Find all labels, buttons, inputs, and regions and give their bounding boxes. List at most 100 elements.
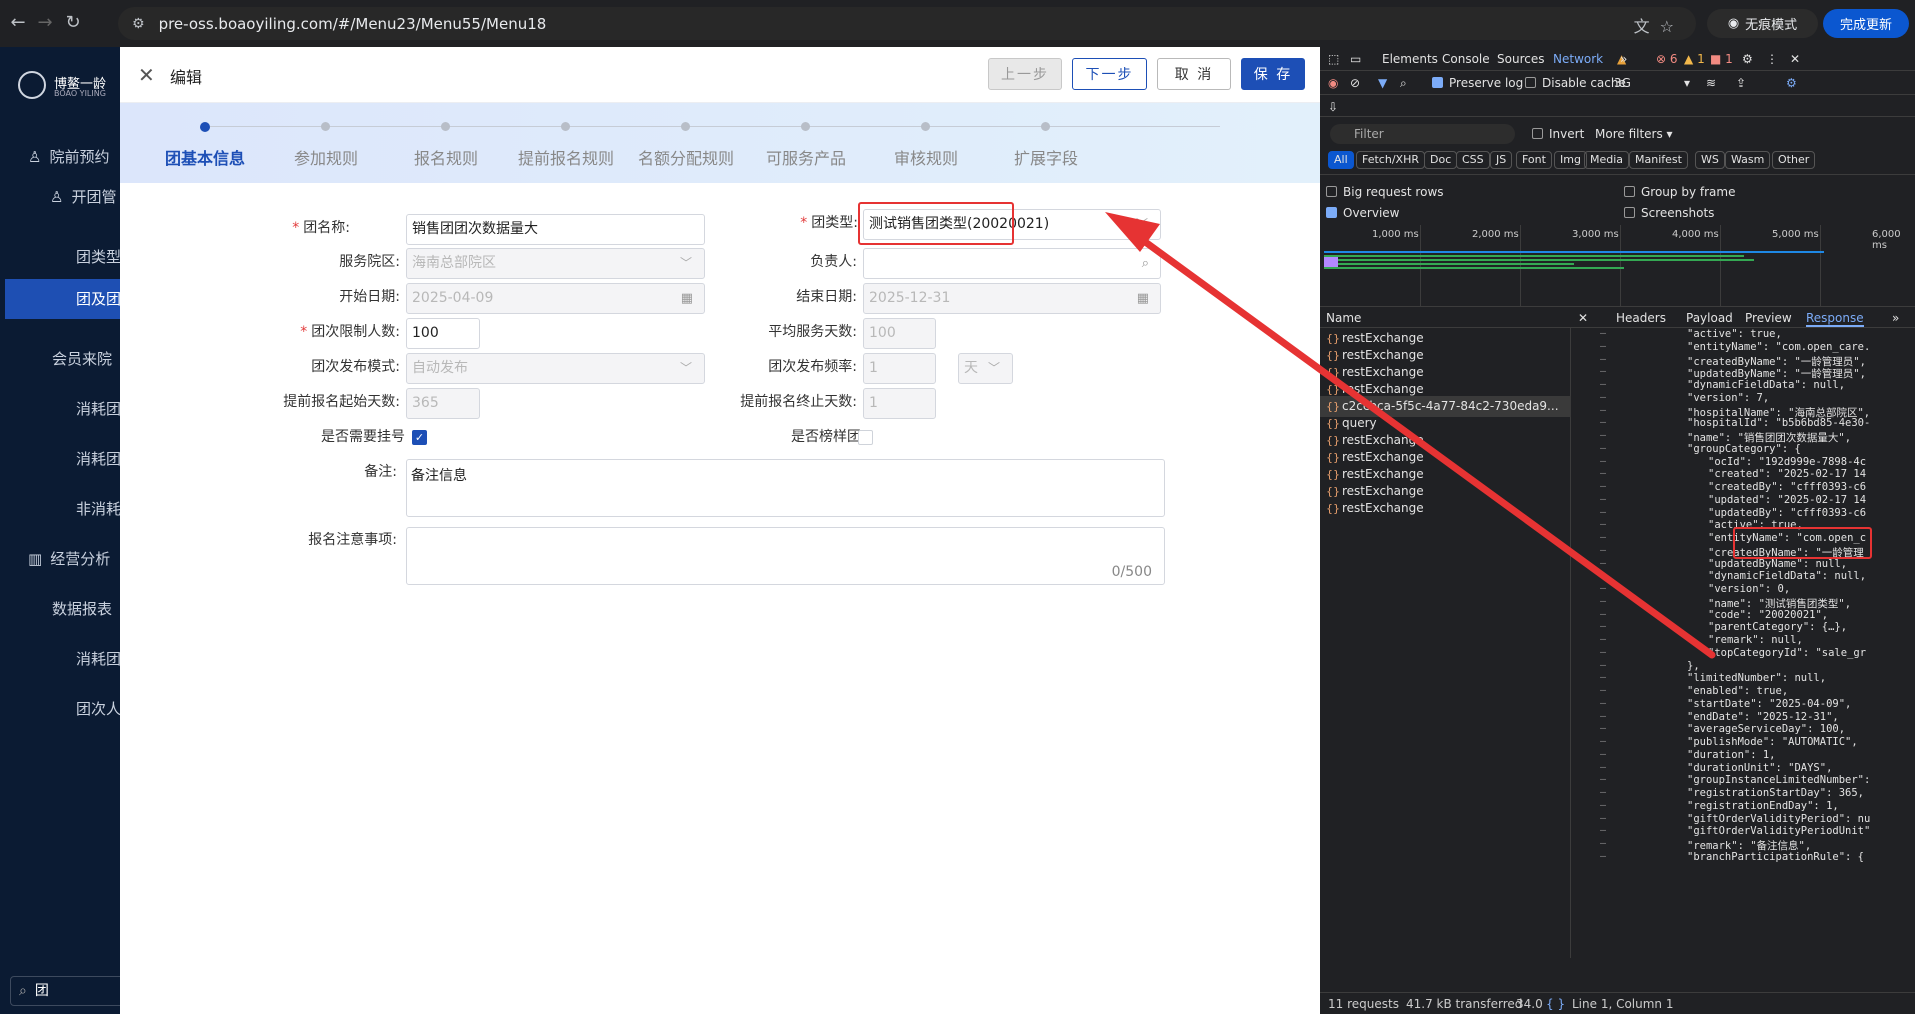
upload-icon[interactable]: ⇪ [1736, 76, 1746, 90]
overview-checkbox[interactable]: Overview [1326, 206, 1400, 220]
sidebar-item-group-mgmt[interactable]: ♙ 开团管 [50, 177, 116, 217]
screenshots-checkbox[interactable]: Screenshots [1624, 206, 1714, 220]
tab-more-details[interactable]: » [1892, 311, 1899, 325]
download-icon[interactable]: ⇩ [1328, 100, 1338, 114]
device-toggle-icon[interactable]: ▭ [1350, 52, 1361, 66]
sidebar-item-session-people[interactable]: 团次人 [76, 689, 120, 729]
sidebar-item-non-consume[interactable]: 非消耗 [76, 489, 120, 529]
wifi-icon[interactable]: ≋ [1706, 76, 1716, 90]
more-filters-dropdown[interactable]: More filters ▾ [1595, 127, 1673, 141]
filter-input[interactable]: Filter [1330, 124, 1515, 144]
response-body[interactable]: – "active": true, – "entityName": "com.open… [1572, 328, 1915, 958]
next-step-button[interactable]: 下一步 [1072, 58, 1147, 90]
back-icon[interactable]: ← [3, 12, 33, 33]
search-icon[interactable]: ⌕ [1400, 76, 1407, 91]
sidebar-item-reports[interactable]: 数据报表 [52, 589, 112, 629]
chip-font[interactable]: Font [1516, 151, 1552, 169]
owner-search-input[interactable]: ⌕ [863, 248, 1161, 279]
cancel-button[interactable]: 取 消 [1157, 58, 1231, 90]
sidebar-item-consume-1[interactable]: 消耗团 [76, 389, 120, 429]
avg-days-input[interactable]: 100 [863, 318, 936, 349]
tab-elements[interactable]: Elements [1382, 52, 1438, 66]
remark-textarea[interactable]: 备注信息 [406, 459, 1165, 517]
sidebar-item-analytics[interactable]: ▥ 经营分析 [28, 539, 110, 579]
name-column-header[interactable]: Name [1326, 311, 1361, 325]
tab-response[interactable]: Response [1806, 311, 1864, 327]
issue-count[interactable]: ■ 1 [1710, 52, 1733, 66]
error-count[interactable]: ⊗ 6 [1656, 52, 1678, 66]
chip-other[interactable]: Other [1772, 151, 1816, 169]
sidebar-search-input[interactable]: ⌕ 团 [10, 976, 120, 1006]
close-icon[interactable]: ✕ [138, 63, 155, 87]
tab-payload[interactable]: Payload [1686, 311, 1733, 325]
chip-css[interactable]: CSS [1456, 151, 1490, 169]
sidebar-item-group-type[interactable]: 团类型 [76, 237, 120, 277]
tab-headers[interactable]: Headers [1616, 311, 1666, 325]
adv-start-input[interactable]: 365 [406, 388, 480, 419]
site-settings-icon[interactable]: ⚙ [132, 16, 145, 32]
forward-icon[interactable]: → [30, 12, 60, 33]
inspect-icon[interactable]: ⬚ [1328, 52, 1339, 66]
chip-doc[interactable]: Doc [1424, 151, 1458, 169]
request-row[interactable]: {} restExchange [1320, 498, 1571, 519]
group-by-frame-checkbox[interactable]: Group by frame [1624, 185, 1735, 199]
adv-end-input[interactable]: 1 [863, 388, 936, 419]
update-button[interactable]: 完成更新 [1823, 9, 1909, 38]
chip-all[interactable]: All [1328, 151, 1354, 169]
step-quota-rules[interactable]: 名额分配规则 [616, 103, 756, 183]
address-bar[interactable]: ⚙ pre-oss.boaoyiling.com/#/Menu23/Menu55… [118, 7, 1696, 40]
incognito-badge[interactable]: ◉ 无痕模式 [1707, 9, 1818, 38]
step-join-rules[interactable]: 参加规则 [256, 103, 396, 183]
notes-textarea[interactable]: 0/500 [406, 527, 1165, 585]
step-basic-info[interactable]: 团基本信息 [135, 103, 275, 183]
sidebar-item-pre-appointment[interactable]: ♙ 院前预约 [28, 137, 109, 177]
close-devtools-icon[interactable]: ✕ [1790, 52, 1800, 66]
close-detail-icon[interactable]: ✕ [1578, 311, 1588, 325]
chip-fetch[interactable]: Fetch/XHR [1356, 151, 1425, 169]
chip-media[interactable]: Media [1584, 151, 1630, 169]
record-icon[interactable]: ◉ [1328, 76, 1338, 90]
publish-freq-input[interactable]: 1 [863, 353, 936, 384]
preserve-log-checkbox[interactable]: Preserve log [1432, 76, 1523, 90]
big-rows-checkbox[interactable]: Big request rows [1326, 185, 1444, 199]
sidebar-item-consume-2[interactable]: 消耗团 [76, 439, 120, 479]
chip-img[interactable]: Img [1554, 151, 1587, 169]
end-date-picker[interactable]: 2025-12-31 ▦ [863, 283, 1161, 314]
sidebar-item-group-and-session[interactable]: 团及团 [5, 279, 120, 319]
warning-count[interactable]: ▲ 1 [1684, 52, 1705, 66]
throttle-select[interactable]: 3G [1614, 76, 1631, 90]
tab-sources[interactable]: Sources [1497, 52, 1544, 66]
save-button[interactable]: 保 存 [1241, 58, 1305, 90]
search-icon[interactable]: ⌕ [1142, 249, 1149, 278]
tab-preview[interactable]: Preview [1745, 311, 1792, 325]
tab-more[interactable]: » [1620, 52, 1627, 66]
step-early-signup-rules[interactable]: 提前报名规则 [496, 103, 636, 183]
invert-checkbox[interactable]: Invert [1532, 127, 1584, 141]
clear-icon[interactable]: ⊘ [1350, 76, 1360, 90]
step-signup-rules[interactable]: 报名规则 [376, 103, 516, 183]
chip-manifest[interactable]: Manifest [1629, 151, 1688, 169]
step-ext-fields[interactable]: 扩展字段 [976, 103, 1116, 183]
pretty-print-icon[interactable]: { } [1546, 997, 1565, 1011]
limit-input[interactable]: 100 [406, 318, 480, 349]
need-register-checkbox[interactable]: ✓ [412, 430, 427, 445]
sidebar-item-consume-3[interactable]: 消耗团 [76, 639, 120, 679]
filter-icon[interactable]: ▼ [1378, 76, 1387, 90]
step-review-rules[interactable]: 审核规则 [856, 103, 996, 183]
chip-js[interactable]: JS [1490, 151, 1513, 169]
tab-network[interactable]: Network [1553, 52, 1603, 66]
tab-console[interactable]: Console [1442, 52, 1490, 66]
chip-wasm[interactable]: Wasm [1725, 151, 1771, 169]
more-options-icon[interactable]: ⋮ [1766, 52, 1778, 66]
disable-cache-checkbox[interactable]: Disable cache [1525, 76, 1626, 90]
network-settings-icon[interactable]: ⚙ [1786, 76, 1797, 90]
sidebar-item-member-visit[interactable]: 会员来院 [52, 339, 112, 379]
chip-ws[interactable]: WS [1695, 151, 1725, 169]
publish-freq-unit-select[interactable]: 天 ﹀ [958, 353, 1013, 384]
settings-icon[interactable]: ⚙ [1742, 52, 1753, 66]
reload-icon[interactable]: ↻ [58, 12, 88, 33]
step-products[interactable]: 可服务产品 [736, 103, 876, 183]
sample-group-checkbox[interactable] [858, 430, 873, 445]
translate-bookmark-icons[interactable]: 文☆ [1634, 13, 1684, 37]
network-overview[interactable]: 1,000 ms 2,000 ms 3,000 ms 4,000 ms 5,00… [1320, 225, 1915, 307]
